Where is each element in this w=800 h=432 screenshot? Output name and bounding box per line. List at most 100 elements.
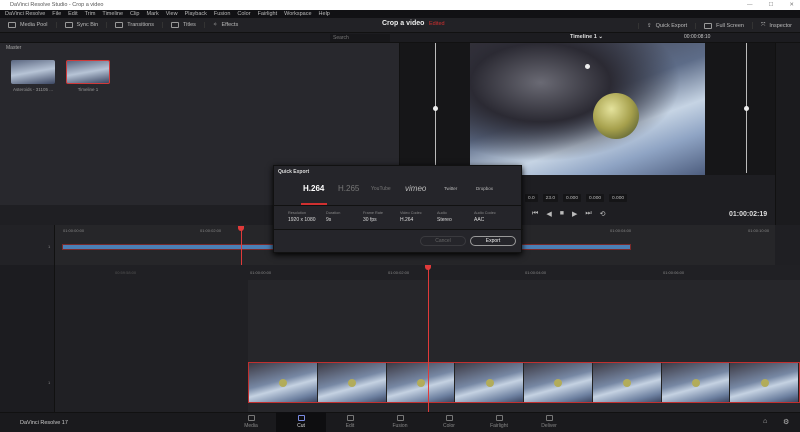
menu-trim[interactable]: Trim [85,10,96,18]
inspector-button[interactable]: ⤧ Inspector [751,22,800,29]
cancel-button[interactable]: Cancel [420,236,466,246]
export-button[interactable]: Export [470,236,516,246]
effects-button[interactable]: ✧ Effects [205,22,246,28]
close-button[interactable]: ✕ [789,0,794,10]
track-number: 1 [48,244,51,249]
clip-frame [455,363,524,402]
zoom-y-field[interactable]: 0.000 [609,194,628,202]
menu-playback[interactable]: Playback [185,10,207,18]
search-input[interactable]: Search [330,34,390,42]
home-icon[interactable]: ⌂ [763,418,767,425]
label: Media Pool [20,22,48,28]
playhead-line [241,226,242,265]
maximize-button[interactable]: ☐ [768,0,773,10]
divider [274,205,523,206]
info-value: 1920 x 1080 [288,217,316,223]
titles-icon [170,22,179,28]
divider [274,229,523,230]
info-value: Stereo [437,217,452,223]
page-color[interactable]: Color [424,412,474,432]
format-h264[interactable]: H.264 [303,184,324,193]
reverse-icon[interactable]: ◀ [546,210,551,218]
ruler-label: 01:00:06:00 [663,270,685,275]
go-to-start-icon[interactable]: ⏮ [532,210,538,218]
zoom-x-field[interactable]: 0.000 [586,194,605,202]
clip-asteroids[interactable]: Asteroids - 31105 ... [11,60,55,92]
menu-view[interactable]: View [166,10,178,18]
page-media[interactable]: Media [226,412,276,432]
label: Full Screen [716,22,744,29]
format-vimeo[interactable]: vimeo [405,184,426,193]
menu-fusion[interactable]: Fusion [214,10,231,18]
menu-clip[interactable]: Clip [130,10,139,18]
menu-help[interactable]: Help [319,10,330,18]
crop-handle[interactable] [744,106,749,111]
sync-bin-button[interactable]: Sync Bin [57,22,108,28]
effects-icon: ✧ [212,22,218,28]
menu-davinci[interactable]: DaVinci Resolve [5,10,45,18]
edit-page-icon [346,415,354,421]
video-frame [470,43,705,175]
info-label: Duration [326,211,341,215]
clip-frame [249,363,318,402]
color-page-icon [445,415,453,421]
clip-thumbnail [11,60,55,84]
fairlight-page-icon [495,415,503,421]
crop-handle[interactable] [433,106,438,111]
page-deliver[interactable]: Deliver [524,412,574,432]
clip-frame [524,363,593,402]
menu-workspace[interactable]: Workspace [284,10,311,18]
menu-file[interactable]: File [52,10,61,18]
menu-fairlight[interactable]: Fairlight [258,10,278,18]
format-h265[interactable]: H.265 [338,184,359,193]
clip-timeline-1[interactable]: Timeline 1 [66,60,110,92]
format-dropbox[interactable]: Dropbox [476,186,493,191]
menu-bar: DaVinci Resolve File Edit Trim Timeline Clip M… [0,10,800,18]
position-x-field[interactable]: 0.0 [525,194,538,202]
titles-button[interactable]: Titles [163,22,205,28]
project-title: Crop a video [382,20,425,27]
position-y-field[interactable]: 23.0 [542,194,559,202]
clip-label: Timeline 1 [77,87,99,92]
full-screen-button[interactable]: Full Screen [695,22,752,29]
timeline-selector[interactable]: Timeline 1 ⌄ [570,34,603,40]
media-pool-button[interactable]: Media Pool [0,22,57,28]
menu-color[interactable]: Color [237,10,250,18]
play-icon[interactable]: ▶ [572,210,577,218]
go-to-end-icon[interactable]: ⏭ [585,210,591,218]
page-fusion[interactable]: Fusion [375,412,425,432]
page-edit[interactable]: Edit [325,412,375,432]
transitions-icon [115,22,124,28]
clip-frame [386,363,456,402]
info-label: Audio [437,211,447,215]
format-twitter[interactable]: Twitter [444,186,457,191]
loop-icon[interactable]: ⟲ [600,210,606,218]
transform-handle[interactable] [585,64,590,69]
settings-icon[interactable]: ⚙ [783,418,789,426]
ruler-label: 01:00:02:00 [388,270,410,275]
menu-mark[interactable]: Mark [147,10,159,18]
page-cut[interactable]: Cut [276,412,326,432]
menu-timeline[interactable]: Timeline [102,10,123,18]
stop-icon[interactable]: ■ [560,210,564,218]
ruler-label: 00:59:58:00 [115,270,137,275]
minimize-button[interactable]: — [747,0,753,10]
label: Fusion [392,423,408,429]
deliver-page-icon [545,415,553,421]
label: Effects [221,22,239,28]
label: Media [244,423,258,429]
dialog-title: Quick Export [278,169,310,175]
rotation-field[interactable]: 0.000 [563,194,582,202]
format-youtube[interactable]: YouTube [371,186,391,192]
quick-export-button[interactable]: ⇪ Quick Export [638,22,695,29]
bin-name: Master [6,45,22,51]
window-title: DaVinci Resolve Studio - Crop a video [10,2,104,8]
label: Inspector [769,22,792,29]
transitions-button[interactable]: Transitions [107,22,163,28]
label: Deliver [541,423,557,429]
video-clip[interactable] [248,362,800,403]
playhead-timecode: 01:00:02:19 [729,211,768,218]
app-name: DaVinci Resolve 17 [20,420,68,426]
menu-edit[interactable]: Edit [68,10,77,18]
page-fairlight[interactable]: Fairlight [474,412,524,432]
